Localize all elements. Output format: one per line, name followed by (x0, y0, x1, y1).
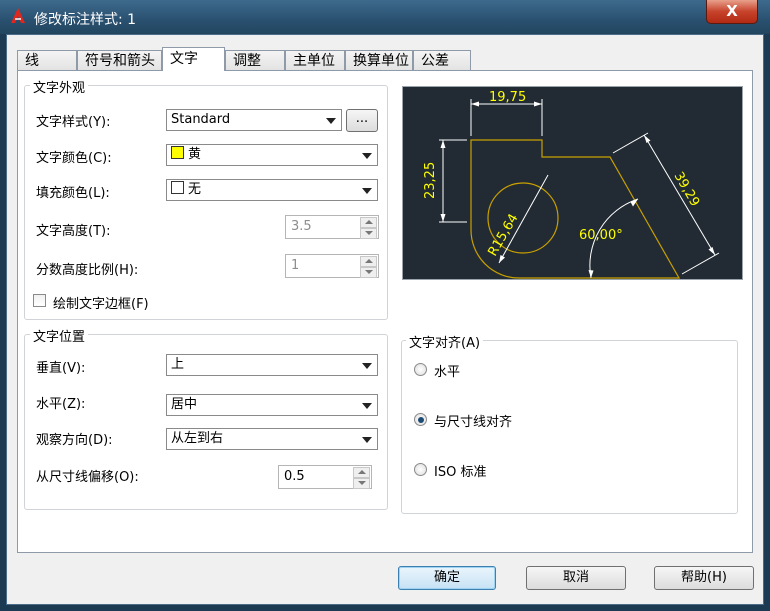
text-style-label: 文字样式(Y): (36, 115, 111, 130)
offset-spinner[interactable]: 0.5 (278, 465, 372, 489)
tab-alternate-units[interactable]: 换算单位 (345, 50, 413, 71)
horizontal-dropdown[interactable]: 居中 (166, 394, 378, 416)
none-swatch (171, 181, 184, 194)
view-direction-value: 从左到右 (171, 431, 224, 446)
horizontal-value: 居中 (171, 397, 198, 412)
text-height-value: 3.5 (291, 219, 312, 234)
chevron-down-icon (362, 363, 372, 369)
text-height-label: 文字高度(T): (36, 224, 111, 239)
text-style-dropdown[interactable]: Standard (166, 109, 342, 131)
tab-symbols-arrows[interactable]: 符号和箭头 (77, 50, 162, 71)
view-direction-dropdown[interactable]: 从左到右 (166, 428, 378, 450)
text-color-dropdown[interactable]: 黄 (166, 144, 378, 166)
spin-down-icon[interactable] (360, 267, 377, 278)
preview-arrowheads (440, 101, 715, 278)
fraction-scale-label: 分数高度比例(H): (36, 263, 139, 278)
offset-value: 0.5 (284, 469, 305, 484)
fraction-scale-value: 1 (291, 258, 300, 273)
fill-color-label: 填充颜色(L): (36, 186, 110, 201)
align-with-dimline-radio[interactable] (414, 413, 427, 426)
ok-button[interactable]: 确定 (398, 566, 496, 590)
tab-fit[interactable]: 调整 (225, 50, 285, 71)
help-button[interactable]: 帮助(H) (654, 566, 754, 590)
tab-primary-units[interactable]: 主单位 (285, 50, 345, 71)
vertical-dropdown[interactable]: 上 (166, 354, 378, 376)
vertical-label: 垂直(V): (36, 361, 86, 376)
vertical-value: 上 (171, 357, 185, 372)
tab-lines[interactable]: 线 (17, 50, 77, 71)
fraction-scale-spinner[interactable]: 1 (285, 254, 379, 278)
dim-top-text: 19,75 (489, 90, 526, 105)
align-with-dimline-label: 与尺寸线对齐 (434, 415, 513, 430)
text-alignment-label: 文字对齐(A) (406, 332, 484, 351)
align-iso-label: ISO 标准 (434, 465, 487, 480)
spin-down-icon[interactable] (353, 478, 370, 489)
text-color-value: 黄 (188, 147, 202, 162)
dim-right-text: 39,29 (671, 170, 703, 210)
align-horizontal-label: 水平 (434, 365, 461, 380)
close-button[interactable]: X (706, 0, 758, 24)
chevron-down-icon (362, 153, 372, 159)
spin-up-icon[interactable] (360, 256, 377, 267)
tab-tolerances[interactable]: 公差 (413, 50, 471, 71)
draw-frame-checkbox[interactable] (33, 294, 46, 307)
color-swatch (171, 146, 184, 159)
spin-up-icon[interactable] (360, 217, 377, 228)
dimension-preview-drawing: 19,75 23,25 39,29 R15,64 60,00° (423, 90, 720, 279)
offset-label: 从尺寸线偏移(O): (36, 470, 139, 485)
text-color-label: 文字颜色(C): (36, 151, 112, 166)
chevron-down-icon (326, 118, 336, 124)
view-direction-label: 观察方向(D): (36, 433, 113, 448)
preview-dimension-lines (439, 99, 720, 279)
align-iso-radio[interactable] (414, 463, 427, 476)
window-title: 修改标注样式: 1 (34, 12, 137, 28)
fill-color-dropdown[interactable]: 无 (166, 179, 378, 201)
chevron-down-icon (362, 403, 372, 409)
fill-color-value: 无 (188, 182, 202, 197)
text-appearance-label: 文字外观 (30, 77, 89, 96)
spin-down-icon[interactable] (360, 228, 377, 239)
spin-up-icon[interactable] (353, 467, 370, 478)
tab-text[interactable]: 文字 (162, 47, 225, 71)
text-style-browse-button[interactable]: ... (346, 109, 378, 132)
text-style-value: Standard (171, 112, 231, 127)
draw-frame-label: 绘制文字边框(F) (53, 297, 149, 312)
align-horizontal-radio[interactable] (414, 363, 427, 376)
preview-canvas: 19,75 23,25 39,29 R15,64 60,00° (402, 86, 743, 280)
text-placement-label: 文字位置 (30, 326, 89, 345)
cancel-button[interactable]: 取消 (526, 566, 626, 590)
chevron-down-icon (362, 437, 372, 443)
dim-angle-text: 60,00° (579, 228, 623, 243)
autocad-app-icon (11, 8, 25, 23)
text-height-spinner[interactable]: 3.5 (285, 215, 379, 239)
chevron-down-icon (362, 188, 372, 194)
horizontal-label: 水平(Z): (36, 397, 86, 412)
dim-left-text: 23,25 (423, 162, 438, 199)
